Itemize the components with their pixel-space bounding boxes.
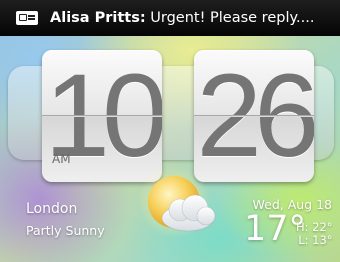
clock-minute-card[interactable]: 26 — [194, 50, 314, 182]
flip-divider — [194, 115, 314, 117]
notification-message: Urgent! Please reply.... — [145, 10, 315, 26]
clock-ampm: AM — [52, 152, 71, 166]
notification-sender: Alisa Pritts: — [50, 10, 146, 26]
notification-bar[interactable]: Alisa Pritts: Urgent! Please reply.... — [0, 0, 340, 36]
weather-city: London — [26, 201, 78, 217]
weather-high-low: H: 22° L: 13° — [296, 221, 333, 247]
partly-sunny-icon — [140, 166, 216, 238]
message-icon — [16, 11, 38, 25]
notification-text: Alisa Pritts: Urgent! Please reply.... — [50, 10, 314, 26]
weather-low: L: 13° — [298, 233, 333, 247]
weather-condition: Partly Sunny — [26, 223, 105, 238]
flip-divider — [42, 115, 162, 117]
